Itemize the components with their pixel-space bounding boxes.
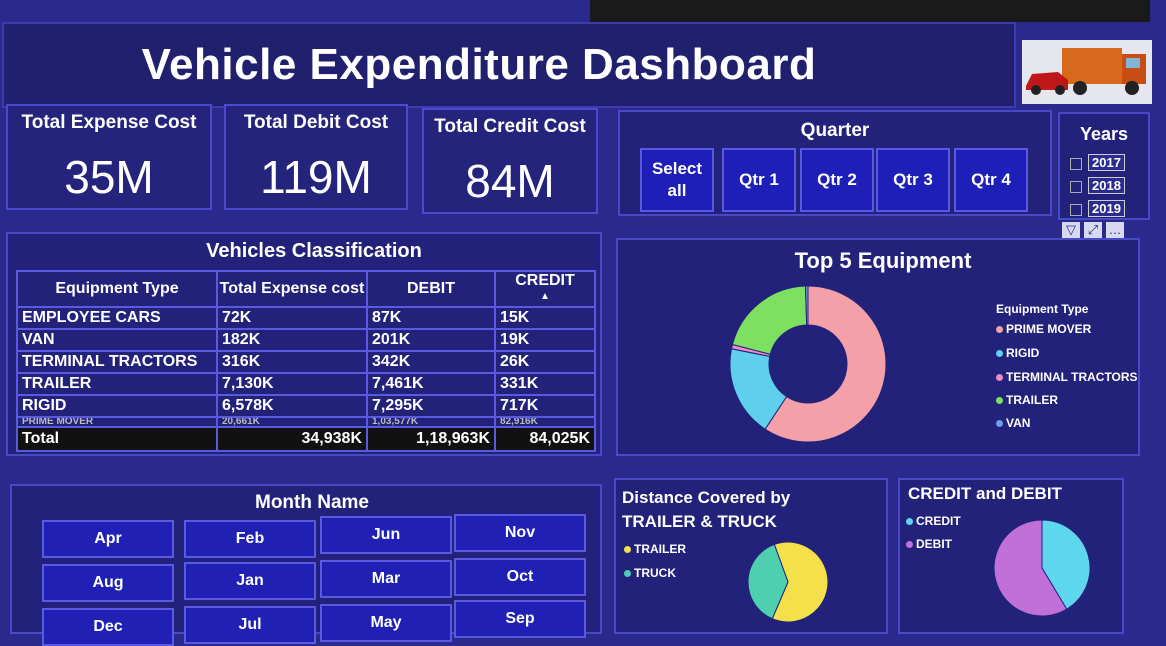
legend-item[interactable]: CREDIT [906, 514, 961, 528]
legend-item[interactable]: RIGID [996, 346, 1039, 360]
kpi-value: 84M [465, 155, 555, 207]
month-button-jan[interactable]: Jan [184, 562, 316, 600]
legend-dot [996, 374, 1003, 382]
quarter-button-q1[interactable]: Qtr 1 [722, 148, 796, 212]
legend-dot [996, 397, 1003, 405]
top5-donut-chart[interactable] [728, 284, 888, 444]
legend-item[interactable]: DEBIT [906, 537, 952, 551]
month-button-oct[interactable]: Oct [454, 558, 586, 596]
month-button-sep[interactable]: Sep [454, 600, 586, 638]
column-header[interactable]: DEBIT [366, 270, 496, 308]
year-option-2017[interactable]: 2017 [1070, 154, 1125, 171]
column-header-sorted[interactable]: CREDIT ▲ [494, 270, 596, 308]
column-header[interactable]: Equipment Type [16, 270, 218, 308]
table-total-row: Total 34,938K 1,18,963K 84,025K [16, 426, 596, 452]
month-button-dec[interactable]: Dec [42, 608, 174, 646]
vehicle-image [1022, 40, 1152, 104]
page-title: Vehicle Expenditure Dashboard [141, 40, 817, 89]
checkbox[interactable] [1070, 203, 1082, 216]
vehicles-classification-panel: Vehicles Classification Equipment Type T… [6, 232, 602, 456]
chart-title: CREDIT and DEBIT [908, 484, 1062, 503]
legend-title: Equipment Type [996, 302, 1089, 316]
quarter-button-q4[interactable]: Qtr 4 [954, 148, 1028, 212]
sort-ascending-icon: ▲ [540, 291, 550, 302]
legend-item[interactable]: TRAILER [996, 393, 1058, 407]
title-bar: Vehicle Expenditure Dashboard [2, 22, 1016, 108]
table-row[interactable]: VAN 182K 201K 19K [16, 328, 596, 352]
years-slicer: Years 2017 2018 2019 [1058, 112, 1150, 220]
year-option-2018[interactable]: 2018 [1070, 177, 1125, 194]
legend-item[interactable]: PRIME MOVER [996, 322, 1091, 336]
chart-title: Top 5 Equipment [794, 248, 972, 273]
legend-dot [996, 420, 1003, 428]
more-options-icon[interactable]: … [1106, 222, 1124, 238]
table-row-partial[interactable]: PRIME MOVER 20,661K 1,03,577K 82,916K [16, 416, 596, 428]
kpi-total-debit: Total Debit Cost 119M [224, 104, 408, 210]
classification-table: Equipment Type Total Expense cost DEBIT … [16, 270, 596, 452]
filter-icon[interactable]: ▽ [1062, 222, 1080, 238]
legend-dot [996, 350, 1003, 358]
legend-dot [906, 541, 913, 549]
chart-title: Distance Covered by TRAILER & TRUCK [622, 488, 791, 531]
credit-debit-pie-chart[interactable] [992, 518, 1092, 618]
month-button-nov[interactable]: Nov [454, 514, 586, 552]
kpi-value: 35M [64, 151, 154, 203]
month-button-feb[interactable]: Feb [184, 520, 316, 558]
legend-dot [624, 570, 631, 578]
month-slicer: Month Name Apr Feb Jun Nov Aug Jan Mar O… [10, 484, 602, 646]
month-button-may[interactable]: May [320, 604, 452, 642]
quarter-button-q3[interactable]: Qtr 3 [876, 148, 950, 212]
month-button-mar[interactable]: Mar [320, 560, 452, 598]
legend-item[interactable]: TRUCK [624, 566, 676, 580]
distance-covered-panel: Distance Covered by TRAILER & TRUCK TRAIL… [614, 478, 888, 634]
focus-mode-icon[interactable]: ⤢ [1084, 222, 1102, 238]
legend-item[interactable]: TRAILER [624, 542, 686, 556]
legend-dot [996, 326, 1003, 334]
kpi-label: Total Credit Cost [434, 116, 586, 137]
month-button-jun[interactable]: Jun [320, 516, 452, 554]
legend-dot [624, 546, 631, 554]
checkbox[interactable] [1070, 180, 1082, 193]
redacted-area [590, 0, 1150, 22]
distance-pie-chart[interactable] [746, 540, 830, 624]
credit-debit-panel: CREDIT and DEBIT CREDIT DEBIT [898, 478, 1124, 634]
month-title: Month Name [255, 492, 369, 513]
top5-equipment-panel: Top 5 Equipment Equipment Type PRIME MOV… [616, 238, 1140, 456]
table-row[interactable]: TERMINAL TRACTORS 316K 342K 26K [16, 350, 596, 374]
quarter-button-q2[interactable]: Qtr 2 [800, 148, 874, 212]
column-header[interactable]: Total Expense cost [216, 270, 368, 308]
quarter-slicer: Quarter Select all Qtr 1 Qtr 2 Qtr 3 Qtr … [618, 110, 1052, 216]
table-row[interactable]: RIGID 6,578K 7,295K 717K [16, 394, 596, 418]
years-title: Years [1079, 124, 1129, 144]
quarter-select-all-button[interactable]: Select all [640, 148, 714, 212]
kpi-total-expense: Total Expense Cost 35M [6, 104, 212, 210]
table-title: Vehicles Classification [206, 240, 422, 262]
month-button-apr[interactable]: Apr [42, 520, 174, 558]
year-option-2019[interactable]: 2019 [1070, 200, 1125, 217]
pie-slice-trailer[interactable] [731, 285, 808, 355]
month-button-jul[interactable]: Jul [184, 606, 316, 644]
kpi-total-credit: Total Credit Cost 84M [422, 108, 598, 214]
month-button-aug[interactable]: Aug [42, 564, 174, 602]
checkbox[interactable] [1070, 157, 1082, 170]
table-row[interactable]: TRAILER 7,130K 7,461K 331K [16, 372, 596, 396]
kpi-label: Total Expense Cost [21, 112, 197, 133]
kpi-value: 119M [260, 151, 372, 203]
table-row[interactable]: EMPLOYEE CARS 72K 87K 15K [16, 306, 596, 330]
legend-item[interactable]: VAN [996, 416, 1030, 430]
legend-dot [906, 518, 913, 526]
kpi-label: Total Debit Cost [243, 112, 389, 133]
legend-item[interactable]: TERMINAL TRACTORS [996, 370, 1138, 384]
quarter-title: Quarter [800, 120, 870, 141]
